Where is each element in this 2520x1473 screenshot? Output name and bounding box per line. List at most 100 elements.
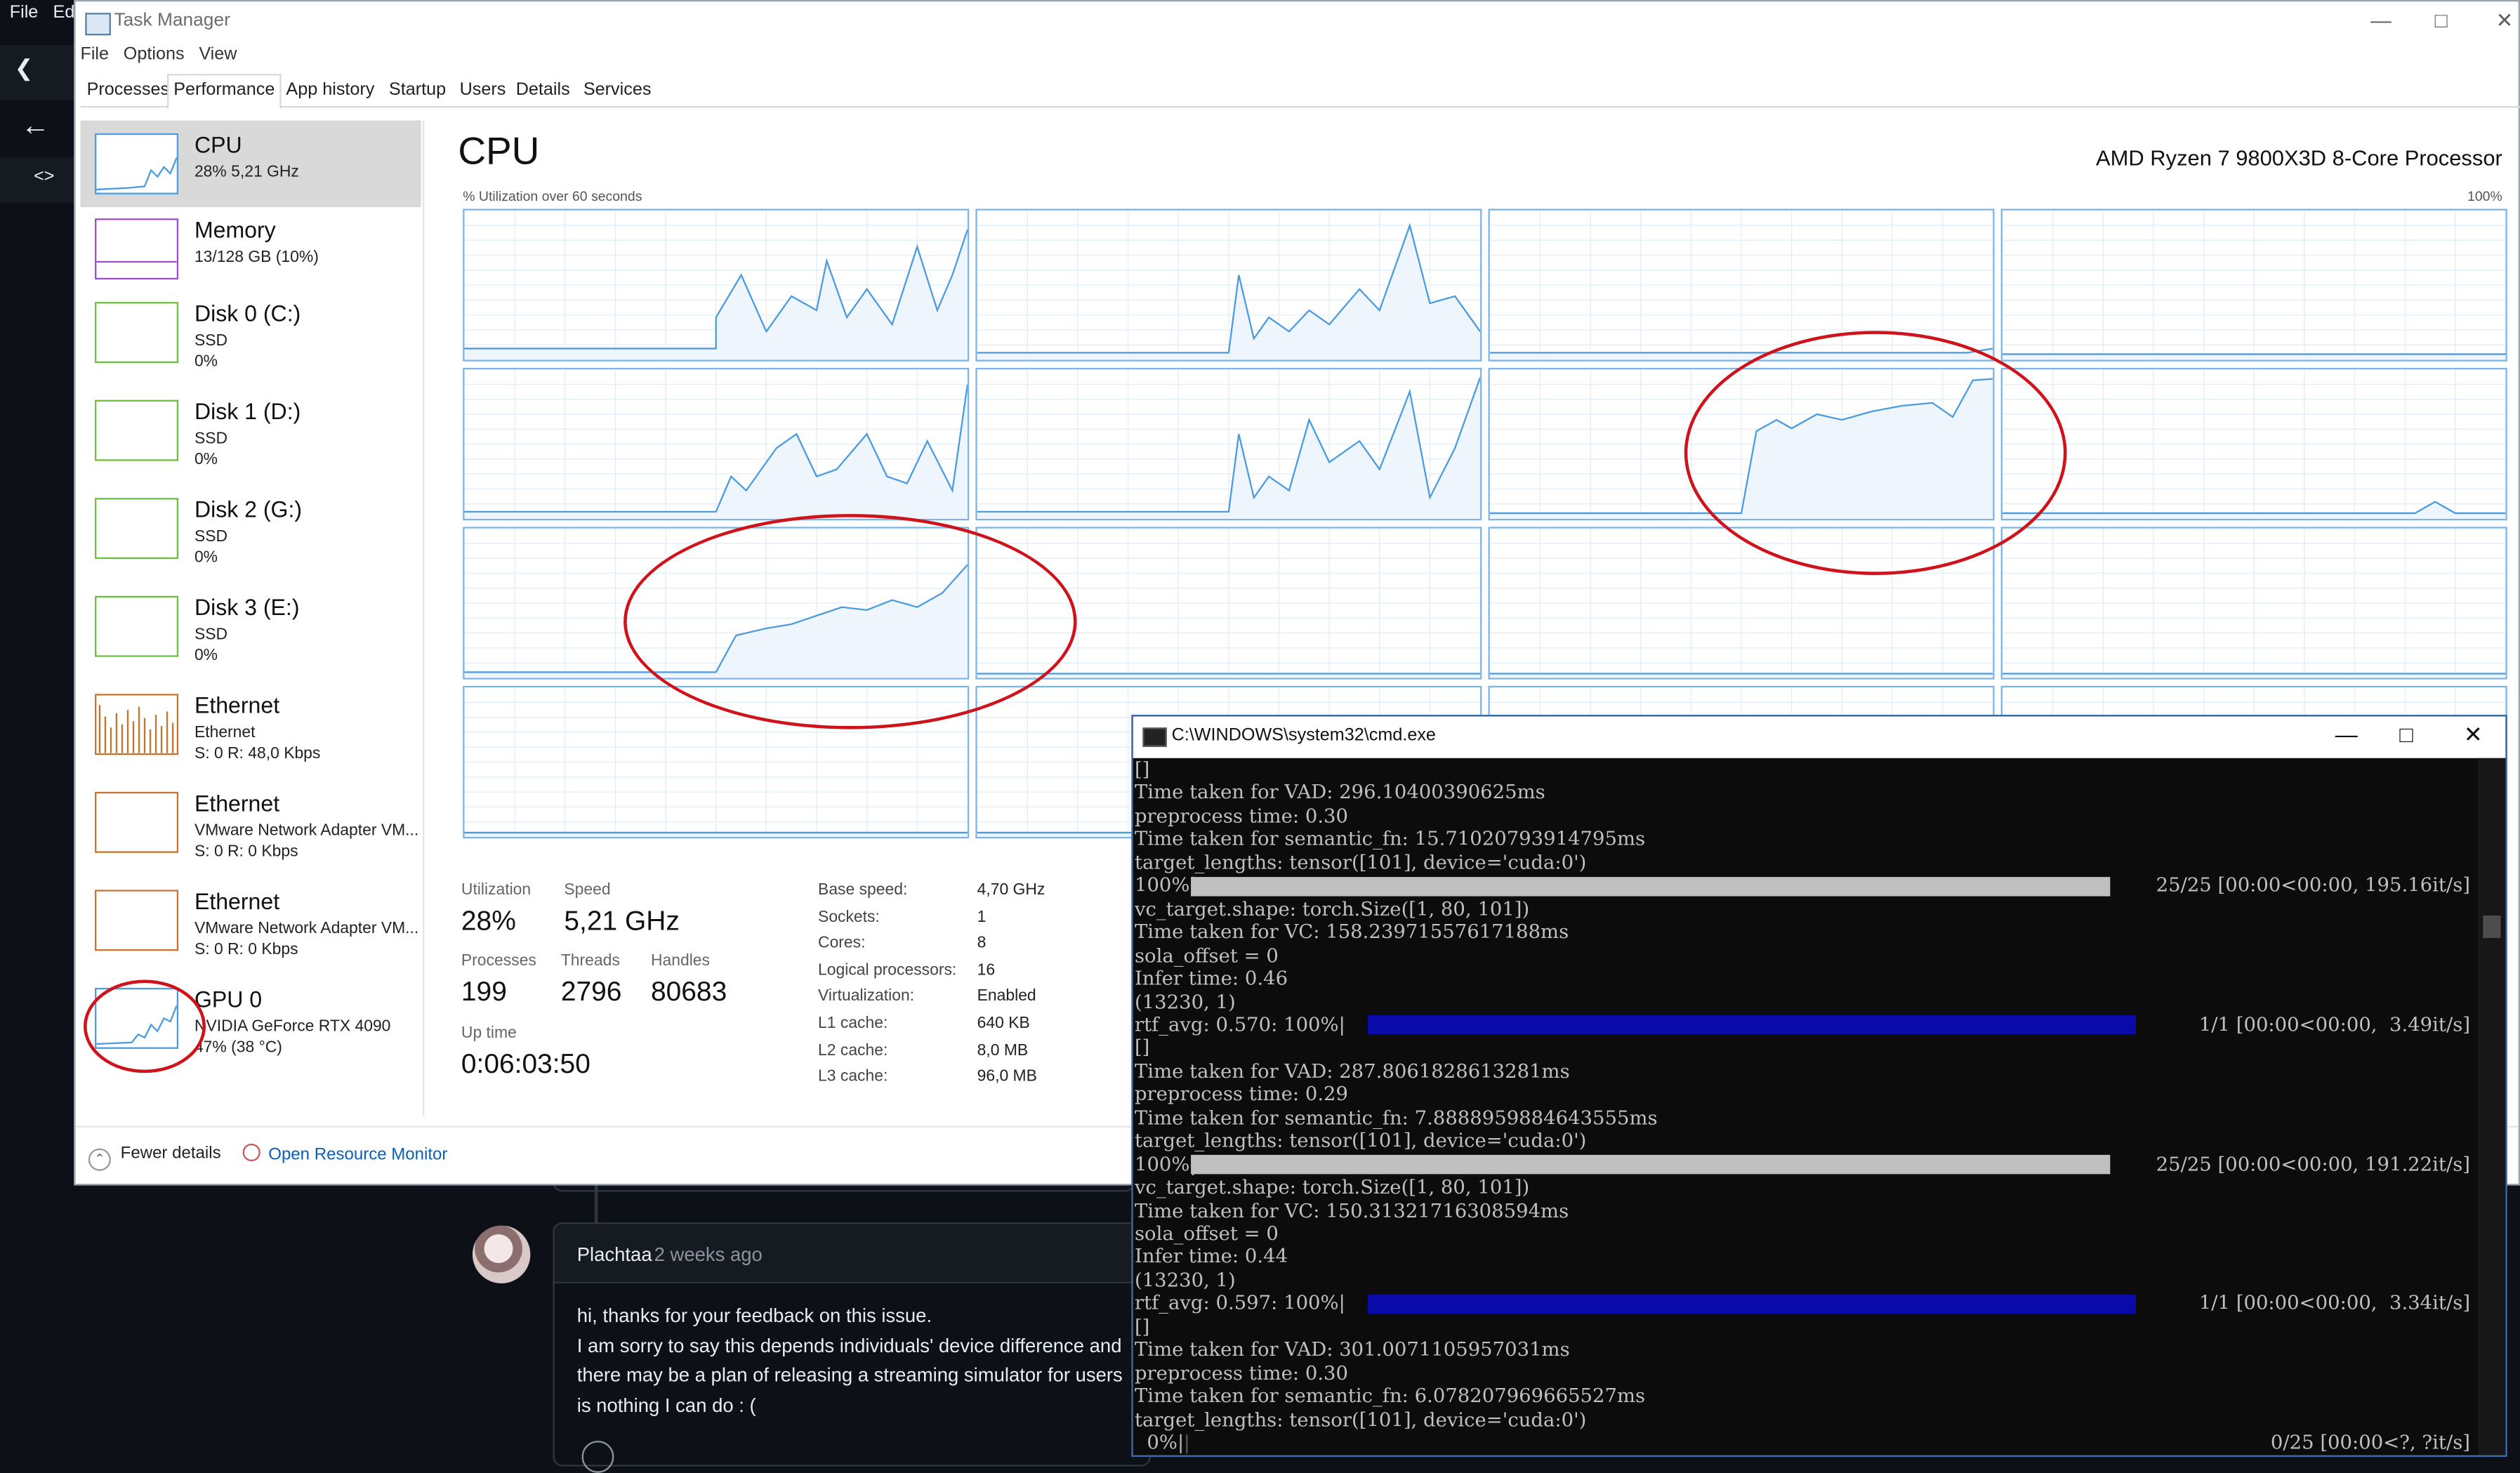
sidebar-item-detail: VMware Network Adapter VM...	[194, 920, 419, 939]
sidebar-item-status: 0%	[194, 549, 218, 567]
avatar[interactable]	[472, 1225, 531, 1283]
tab-startup[interactable]: Startup	[383, 74, 452, 107]
back-button[interactable]: ❮	[0, 45, 74, 100]
comment-line: there may be a plan of releasing a strea…	[576, 1363, 1123, 1387]
tab-details[interactable]: Details	[510, 74, 576, 107]
sidebar-item-disk-0-c[interactable]: Disk 0 (C:) SSD 0%	[80, 289, 421, 376]
sidebar-item-detail: NVIDIA GeForce RTX 4090	[194, 1018, 391, 1036]
detail-key: Virtualization:	[818, 988, 915, 1006]
page-title: CPU	[458, 130, 540, 174]
cmd-icon	[1142, 727, 1167, 747]
console-line: Time taken for VC: 158.23971557617188ms	[1134, 920, 1569, 944]
cmd-scrollbar[interactable]	[2478, 758, 2506, 1455]
background-app-sidebar	[0, 0, 74, 1457]
sidebar-item-detail: SSD	[194, 332, 228, 350]
tab-processes[interactable]: Processes	[80, 74, 176, 107]
chevron-up-icon: ⌃	[88, 1148, 111, 1171]
background-menu-file[interactable]: File	[10, 4, 39, 22]
progress-bar	[1186, 1433, 1188, 1453]
sidebar-item-detail: VMware Network Adapter VM...	[194, 822, 419, 840]
menu-view[interactable]: View	[199, 45, 237, 64]
console-line: []	[1134, 1036, 1150, 1059]
utilization-label: Utilization	[461, 881, 532, 900]
sidebar-item-disk-3-e[interactable]: Disk 3 (E:) SSD 0%	[80, 583, 421, 670]
logical-processor-graph	[1488, 527, 1995, 680]
sidebar-item-status: 0%	[194, 647, 218, 666]
sidebar-thumbnail-graph	[95, 218, 179, 280]
sidebar-item-disk-1-d[interactable]: Disk 1 (D:) SSD 0%	[80, 387, 421, 474]
sidebar-item-ethernet[interactable]: Ethernet VMware Network Adapter VM... S: 0…	[80, 877, 421, 964]
sidebar-item-label: Ethernet	[194, 692, 280, 718]
detail-value: 640 KB	[977, 1015, 1030, 1033]
sidebar-thumbnail-graph	[95, 302, 179, 364]
console-line: rtf_avg: 0.597: 100%|	[1134, 1292, 1345, 1315]
open-resource-monitor-link[interactable]: Open Resource Monitor	[242, 1143, 447, 1165]
console-line: Time taken for semantic_fn: 6.0782079696…	[1134, 1385, 1646, 1408]
cmd-title: C:\WINDOWS\system32\cmd.exe	[1171, 726, 1436, 746]
minimize-icon[interactable]: —	[2370, 8, 2392, 32]
console-line: vc_target.shape: torch.Size([1, 80, 101]…	[1134, 1175, 1530, 1198]
code-icon: <>	[34, 166, 55, 187]
comment-time[interactable]: 2 weeks ago	[654, 1243, 763, 1266]
sidebar-item-ethernet[interactable]: Ethernet Ethernet S: 0 R: 48,0 Kbps	[80, 681, 421, 768]
cmd-maximize-icon[interactable]: □	[2399, 721, 2413, 747]
detail-key: L2 cache:	[818, 1041, 888, 1059]
sidebar-item-detail: Ethernet	[194, 724, 256, 742]
console-line: target_lengths: tensor([101], device='cu…	[1134, 851, 1587, 874]
tab-users[interactable]: Users	[453, 74, 512, 107]
comment-line: hi, thanks for your feedback on this iss…	[576, 1304, 932, 1327]
progress-stats: 1/1 [00:00<00:00, 3.49it/s]	[2198, 1013, 2471, 1036]
sidebar-item-status: 0%	[194, 451, 218, 470]
close-icon[interactable]: ✕	[2496, 8, 2514, 34]
resource-monitor-icon	[242, 1143, 260, 1162]
comment-body: hi, thanks for your feedback on this iss…	[577, 1301, 1123, 1420]
cmd-close-icon[interactable]: ✕	[2464, 721, 2483, 748]
menu-options[interactable]: Options	[124, 45, 185, 64]
sidebar-item-ethernet[interactable]: Ethernet VMware Network Adapter VM... S: 0…	[80, 779, 421, 866]
sidebar-item-cpu[interactable]: CPU 28% 5,21 GHz	[80, 120, 421, 208]
speed-value: 5,21 GHz	[564, 906, 680, 937]
tab-services[interactable]: Services	[577, 74, 658, 107]
console-line: Time taken for semantic_fn: 15.710207939…	[1134, 827, 1646, 850]
menu-bar: File Options View	[80, 45, 246, 64]
sidebar-thumbnail-graph	[95, 694, 179, 755]
utilization-value: 28%	[461, 906, 516, 937]
utilization-area	[2002, 354, 2506, 360]
console-line: (13230, 1)	[1134, 990, 1236, 1013]
console-line: []	[1134, 758, 1150, 781]
maximize-icon[interactable]: □	[2435, 8, 2448, 32]
logical-processor-graph	[1488, 209, 1995, 362]
tab-app-history[interactable]: App history	[279, 74, 381, 107]
logical-processor-graph	[2000, 367, 2507, 521]
sidebar-item-gpu-0[interactable]: GPU 0 NVIDIA GeForce RTX 4090 47% (38 °C)	[80, 975, 421, 1062]
console-line: preprocess time: 0.29	[1134, 1083, 1349, 1106]
console-line: []	[1134, 1315, 1150, 1338]
console-line: (13230, 1)	[1134, 1269, 1236, 1292]
sidebar-item-label: Disk 1 (D:)	[194, 398, 301, 424]
scroll-thumb[interactable]	[2483, 915, 2501, 939]
sidebar-item-label: Disk 3 (E:)	[194, 594, 300, 621]
title-bar: Task Manager — □ ✕	[76, 1, 2519, 46]
comment-author[interactable]: Plachtaa	[577, 1243, 652, 1266]
tab-performance[interactable]: Performance	[167, 74, 282, 110]
nav-back-button[interactable]: ←	[0, 103, 74, 158]
thumbnail-line	[96, 157, 177, 191]
fewer-details-button[interactable]: ⌃ Fewer details	[88, 1144, 221, 1171]
sidebar-item-disk-2-g[interactable]: Disk 2 (G:) SSD 0%	[80, 485, 421, 572]
console-line: preprocess time: 0.30	[1134, 1361, 1349, 1385]
cmd-minimize-icon[interactable]: —	[2335, 721, 2358, 747]
progress-bar	[1191, 876, 2111, 896]
sidebar-item-detail: SSD	[194, 528, 228, 546]
progress-stats: 25/25 [00:00<00:00, 191.22it/s]	[2156, 1152, 2471, 1175]
console-line: target_lengths: tensor([101], device='cu…	[1134, 1408, 1587, 1431]
chevron-left-icon: ❮	[14, 54, 34, 81]
console-line: 100%|	[1134, 874, 1196, 897]
code-tab[interactable]: <>	[0, 157, 74, 203]
detail-key: L3 cache:	[818, 1068, 888, 1086]
comment-line: is nothing I can do : (	[576, 1393, 756, 1416]
menu-file[interactable]: File	[80, 45, 109, 64]
sidebar-item-memory[interactable]: Memory 13/128 GB (10%)	[80, 206, 421, 293]
comment-header: Plachtaa 2 weeks ago	[554, 1224, 1149, 1283]
logical-processor-graph	[975, 527, 1482, 680]
progress-bar	[1367, 1015, 2136, 1036]
